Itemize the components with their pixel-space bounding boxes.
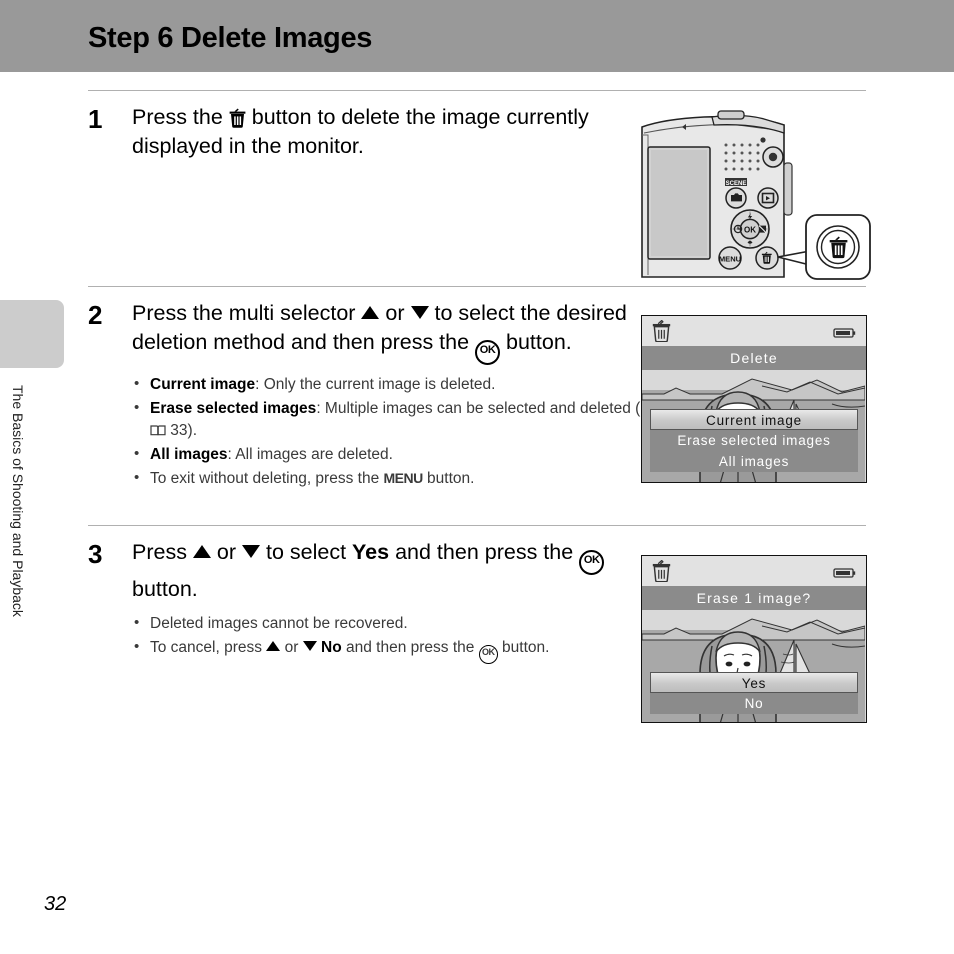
lcd-frame: Erase 1 image? Yes No bbox=[641, 555, 867, 723]
page-number: 32 bbox=[44, 893, 67, 915]
down-triangle-icon bbox=[242, 545, 261, 558]
step-3-text-mid2: to select bbox=[260, 540, 353, 564]
ok-button-icon: OK bbox=[478, 644, 498, 664]
bullet-erase-selected-term: Erase selected images bbox=[150, 399, 317, 417]
bullet-cancel-before: To cancel, press bbox=[150, 638, 267, 656]
menu-item-current-image[interactable]: Current image bbox=[650, 409, 858, 430]
step-1-number: 1 bbox=[88, 104, 103, 134]
up-triangle-icon bbox=[266, 640, 281, 651]
bullet-erase-selected: Erase selected images: Multiple images c… bbox=[132, 397, 642, 442]
step-2-text-mid: or bbox=[379, 301, 411, 325]
step-2-text-before: Press the multi selector bbox=[132, 301, 362, 325]
ok-button-icon: OK bbox=[475, 339, 501, 365]
step-3-text-before: Press bbox=[132, 540, 193, 564]
camera-back-illustration: SCENE OK MENU bbox=[634, 105, 874, 285]
step-1-text-before: Press the bbox=[132, 105, 229, 129]
step-2-number: 2 bbox=[88, 300, 103, 330]
delete-menu-screen: Delete Current image Erase selected imag… bbox=[641, 315, 867, 483]
bullet-erase-selected-desc: : Multiple images can be selected and de… bbox=[316, 399, 641, 417]
ok-button-icon: OK bbox=[579, 550, 605, 575]
svg-text:MENU: MENU bbox=[719, 255, 742, 264]
bullet-exit-menu-before: To exit without deleting, press the bbox=[150, 469, 384, 487]
step-2-bullets: Current image: Only the current image is… bbox=[132, 373, 642, 490]
lcd-title: Erase 1 image? bbox=[642, 586, 866, 610]
bullet-all-images-term: All images bbox=[150, 445, 228, 463]
bullet-all-images-desc: : All images are deleted. bbox=[227, 445, 393, 463]
lcd-title: Delete bbox=[642, 346, 866, 370]
bullet-erase-selected-ref: 33). bbox=[166, 421, 198, 439]
step-3-text-mid3: and then press the bbox=[389, 540, 580, 564]
erase-confirm-screen: Erase 1 image? Yes No bbox=[641, 555, 867, 723]
step-3-yes-term: Yes bbox=[352, 540, 390, 564]
bullet-cancel-mid2: and then press the bbox=[341, 638, 479, 656]
battery-icon bbox=[832, 326, 856, 338]
bullet-current-image-term: Current image bbox=[150, 375, 256, 393]
step-3-text-after: button. bbox=[132, 577, 198, 601]
down-triangle-icon bbox=[410, 306, 429, 319]
lcd-status-bar bbox=[642, 556, 866, 586]
menu-item-yes[interactable]: Yes bbox=[650, 672, 858, 693]
menu-item-no[interactable]: No bbox=[650, 693, 858, 714]
bullet-current-image-desc: : Only the current image is deleted. bbox=[255, 375, 496, 393]
bullet-cannot-recover-text: Deleted images cannot be recovered. bbox=[150, 614, 408, 632]
confirm-options-list: Yes No bbox=[650, 672, 858, 714]
bullet-all-images: All images: All images are deleted. bbox=[132, 443, 642, 466]
chapter-label: The Basics of Shooting and Playback bbox=[10, 385, 26, 617]
bullet-exit-menu-after: button. bbox=[422, 469, 475, 487]
step-3-bullets: Deleted images cannot be recovered. To c… bbox=[132, 612, 642, 664]
lcd-status-bar bbox=[642, 316, 866, 346]
step-3-text: Press or to select Yes and then press th… bbox=[132, 538, 632, 604]
bullet-cancel-after: button. bbox=[497, 638, 550, 656]
step-2-text: Press the multi selector or to select th… bbox=[132, 299, 632, 365]
lcd-frame: Delete Current image Erase selected imag… bbox=[641, 315, 867, 483]
svg-text:SCENE: SCENE bbox=[726, 181, 747, 187]
step-2-text-after: button. bbox=[500, 329, 572, 354]
bullet-exit-menu: To exit without deleting, press the MENU… bbox=[132, 467, 642, 490]
book-icon bbox=[150, 421, 166, 436]
delete-options-list: Current image Erase selected images All … bbox=[650, 409, 858, 472]
menu-item-erase-selected-images[interactable]: Erase selected images bbox=[650, 430, 858, 451]
up-triangle-icon bbox=[192, 545, 211, 558]
step-3-number: 3 bbox=[88, 539, 103, 569]
bullet-cancel: To cancel, press or No and then press th… bbox=[132, 636, 642, 664]
battery-icon bbox=[832, 566, 856, 578]
bullet-cannot-recover: Deleted images cannot be recovered. bbox=[132, 612, 642, 635]
menu-button-icon: MENU bbox=[383, 469, 424, 486]
bullet-cancel-mid: or bbox=[280, 638, 303, 656]
bullet-current-image: Current image: Only the current image is… bbox=[132, 373, 642, 396]
step-3-text-mid: or bbox=[210, 540, 243, 564]
bullet-cancel-no-term: No bbox=[321, 638, 342, 656]
up-triangle-icon bbox=[361, 306, 380, 319]
page-title: Step 6 Delete Images bbox=[88, 22, 373, 54]
menu-item-all-images[interactable]: All images bbox=[650, 451, 858, 472]
trash-icon bbox=[651, 559, 672, 583]
down-triangle-icon bbox=[302, 640, 317, 651]
trash-icon bbox=[651, 319, 672, 343]
trash-icon bbox=[229, 107, 246, 128]
svg-text:OK: OK bbox=[744, 226, 756, 235]
chapter-tab bbox=[0, 300, 64, 368]
step-1-text: Press the button to delete the image cur… bbox=[132, 103, 632, 161]
